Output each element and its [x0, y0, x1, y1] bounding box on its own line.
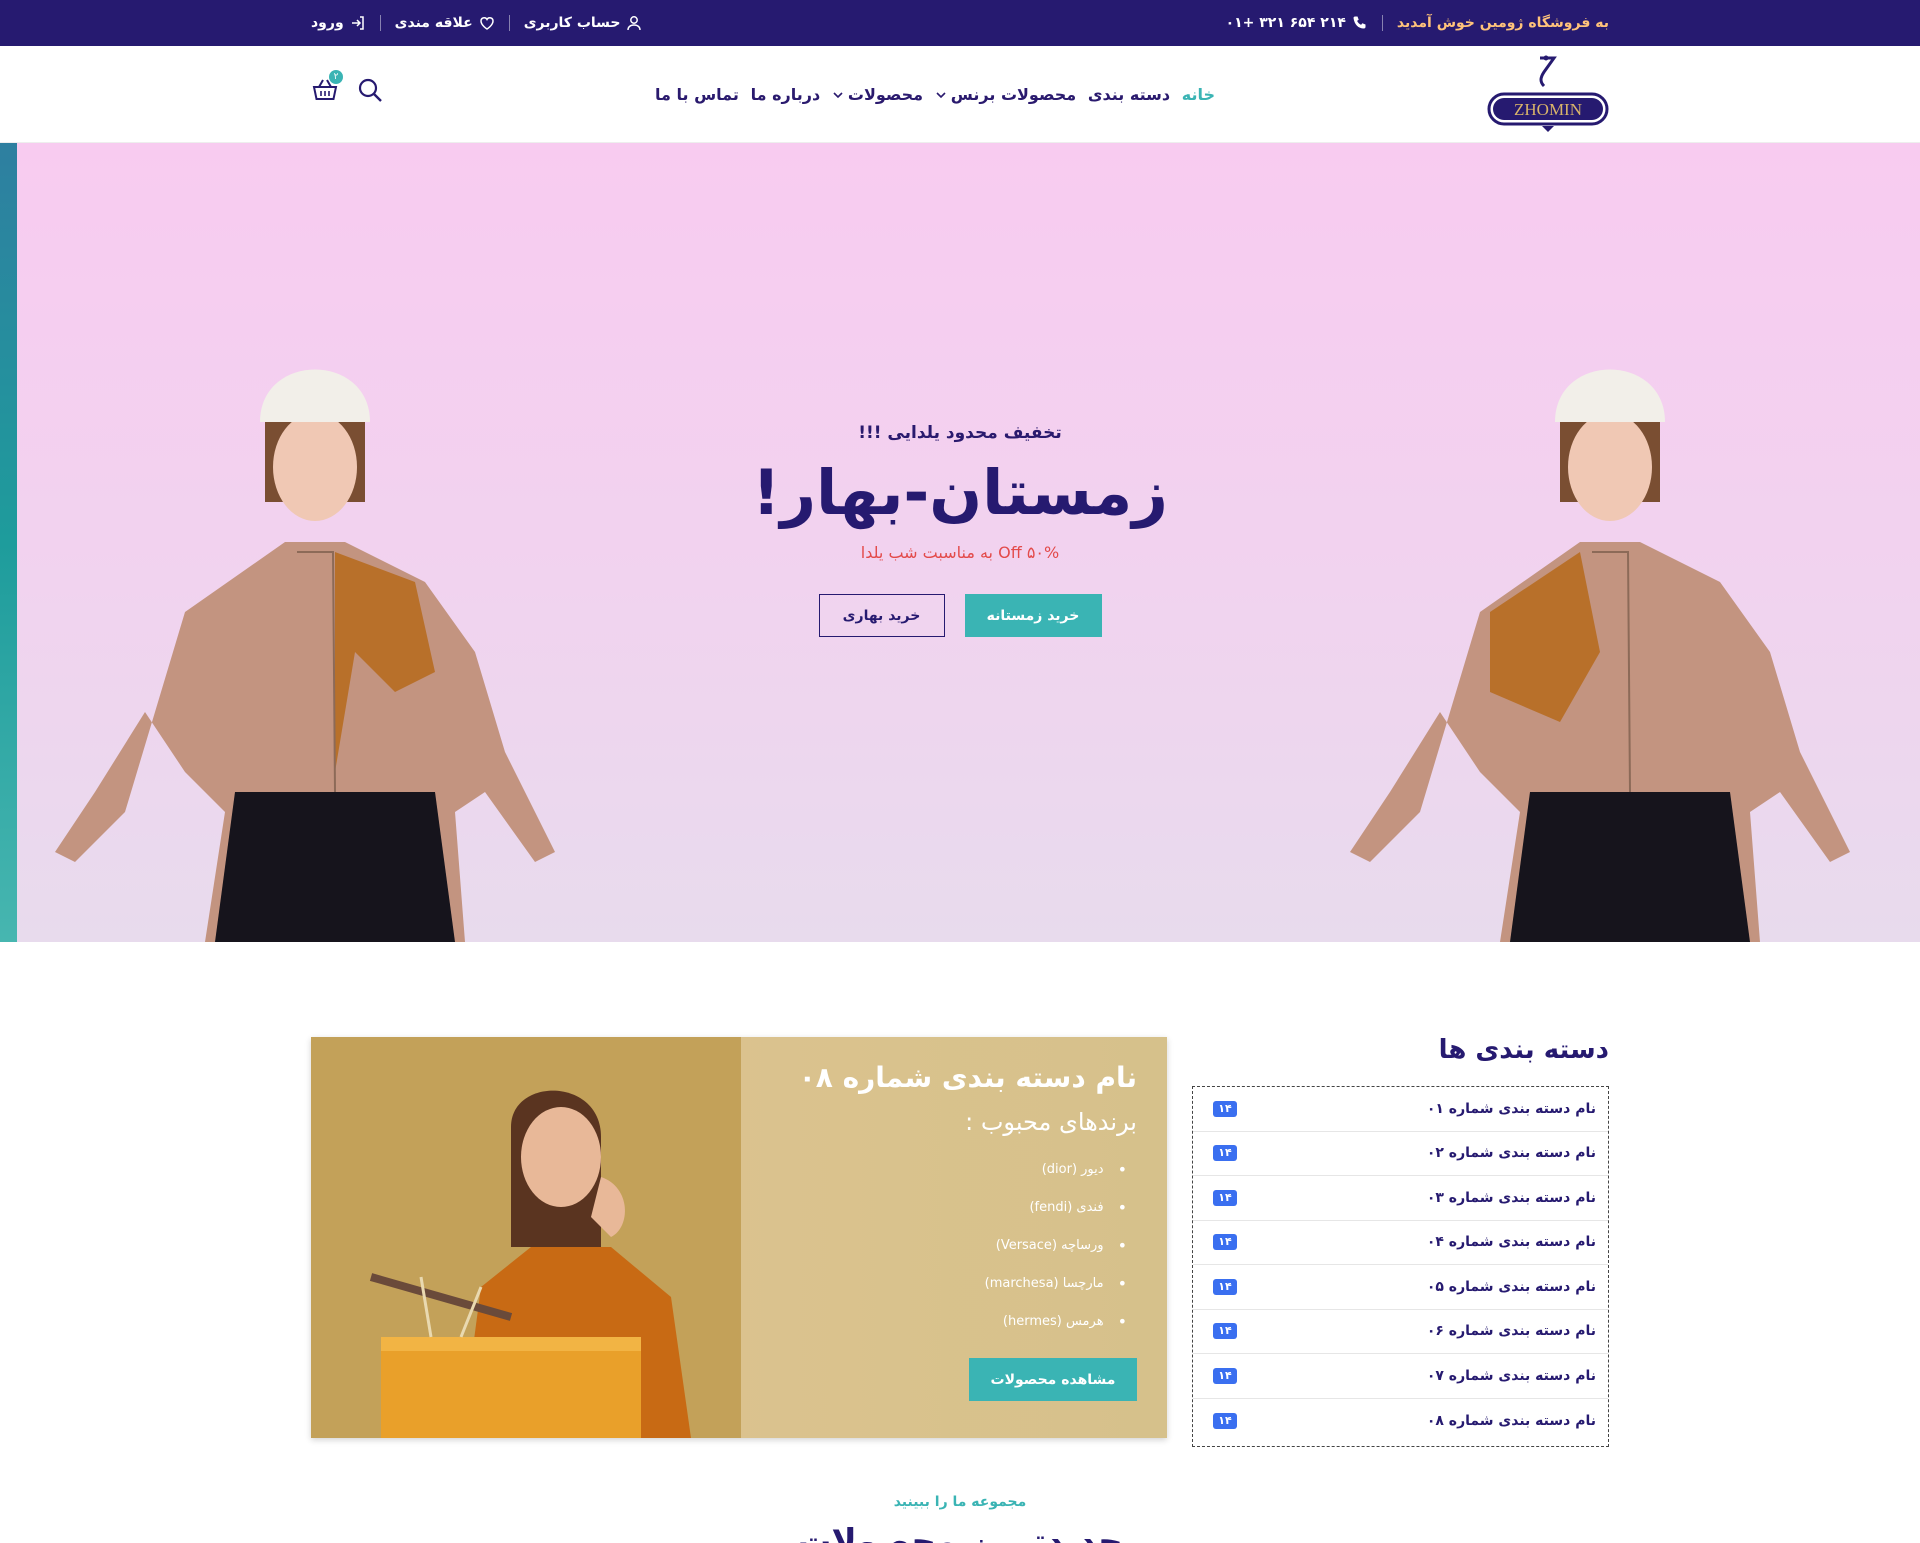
- category-count-badge: ۱۴: [1213, 1367, 1237, 1384]
- collection-title: جدیدترین محصولات: [797, 1522, 1123, 1543]
- hero-model-image-left: [55, 369, 555, 942]
- category-name: نام دسته بندی شماره ۰۵: [1426, 1278, 1596, 1295]
- category-name: نام دسته بندی شماره ۰۳: [1426, 1189, 1596, 1206]
- nav-categories[interactable]: دسته بندی: [1088, 85, 1170, 104]
- winter-shop-button[interactable]: خرید زمستانه: [964, 594, 1102, 638]
- featured-category-image: [311, 1037, 741, 1438]
- category-item[interactable]: نام دسته بندی شماره ۰۸ ۱۴: [1193, 1399, 1608, 1444]
- nav-brans-products[interactable]: محصولات برنس: [935, 85, 1076, 104]
- chevron-down-icon: [833, 91, 843, 98]
- category-item[interactable]: نام دسته بندی شماره ۰۷ ۱۴: [1193, 1354, 1608, 1399]
- category-name: نام دسته بندی شماره ۰۷: [1426, 1367, 1596, 1384]
- main-header: ZHOMIN خانه دسته بندی محصولات برنس محصول…: [0, 46, 1920, 143]
- divider: [508, 15, 510, 31]
- hero-edge-strip: [0, 143, 17, 942]
- categories-list: نام دسته بندی شماره ۰۱ ۱۴ نام دسته بندی ش…: [1192, 1086, 1609, 1447]
- category-count-badge: ۱۴: [1213, 1278, 1237, 1295]
- category-count-badge: ۱۴: [1213, 1234, 1237, 1251]
- user-icon: [627, 16, 642, 31]
- category-name: نام دسته بندی شماره ۰۴: [1426, 1234, 1596, 1251]
- wishlist-link[interactable]: علاقه مندی: [395, 15, 495, 31]
- view-products-button[interactable]: مشاهده محصولات: [969, 1358, 1137, 1401]
- login-label: ورود: [311, 15, 344, 31]
- featured-category-card: نام دسته بندی شماره ۰۸ برندهای محبوب : د…: [311, 1037, 1167, 1438]
- account-label: حساب کاربری: [523, 15, 621, 31]
- phone-number: ۰۱+ ۳۲۱ ۶۵۴ ۲۱۴: [1225, 15, 1346, 31]
- category-item[interactable]: نام دسته بندی شماره ۰۲ ۱۴: [1193, 1132, 1608, 1176]
- category-item[interactable]: نام دسته بندی شماره ۰۵ ۱۴: [1193, 1265, 1608, 1310]
- featured-category-title: نام دسته بندی شماره ۰۸: [798, 1061, 1137, 1094]
- brand-item[interactable]: ورساچه (Versace): [777, 1226, 1137, 1264]
- category-name: نام دسته بندی شماره ۰۱: [1426, 1100, 1596, 1117]
- welcome-text: به فروشگاه ژومین خوش آمدید: [1396, 15, 1609, 31]
- hero-subtitle: ۵۰% Off به مناسبت شب یلدا: [860, 543, 1060, 563]
- category-item[interactable]: نام دسته بندی شماره ۰۱ ۱۴: [1193, 1087, 1608, 1132]
- main-nav: خانه دسته بندی محصولات برنس محصولات دربا…: [655, 46, 1215, 143]
- nav-products[interactable]: محصولات: [832, 85, 923, 104]
- category-count-badge: ۱۴: [1213, 1323, 1237, 1340]
- site-logo[interactable]: ZHOMIN: [1486, 54, 1610, 134]
- nav-products-label: محصولات: [847, 85, 924, 104]
- category-name: نام دسته بندی شماره ۰۸: [1426, 1412, 1596, 1429]
- wishlist-label: علاقه مندی: [394, 15, 473, 31]
- brand-item[interactable]: هرمس (hermes): [777, 1302, 1137, 1340]
- hero-model-image-right: [1350, 369, 1850, 942]
- nav-about[interactable]: درباره ما: [751, 85, 821, 104]
- cart-button[interactable]: ۲: [311, 70, 343, 104]
- top-bar-contact: به فروشگاه ژومین خوش آمدید ۰۱+ ۳۲۱ ۶۵۴ ۲…: [1226, 15, 1609, 31]
- divider: [1381, 15, 1383, 31]
- category-item[interactable]: نام دسته بندی شماره ۰۴ ۱۴: [1193, 1221, 1608, 1265]
- nav-brans-products-label: محصولات برنس: [950, 85, 1077, 104]
- category-count-badge: ۱۴: [1213, 1145, 1237, 1162]
- featured-category-content: نام دسته بندی شماره ۰۸ برندهای محبوب : د…: [777, 1061, 1137, 1340]
- hero-kicker: تخفیف محدود یلدایی !!!: [858, 423, 1062, 443]
- phone-link[interactable]: ۰۱+ ۳۲۱ ۶۵۴ ۲۱۴: [1226, 15, 1368, 31]
- chevron-down-icon: [936, 91, 946, 98]
- category-count-badge: ۱۴: [1213, 1189, 1237, 1206]
- category-name: نام دسته بندی شماره ۰۶: [1426, 1323, 1596, 1340]
- categories-heading: دسته بندی ها: [1438, 1035, 1609, 1065]
- brand-item[interactable]: فندی (fendi): [777, 1188, 1137, 1226]
- collection-kicker: مجموعه ما را ببینید: [893, 1494, 1027, 1510]
- top-bar: به فروشگاه ژومین خوش آمدید ۰۱+ ۳۲۱ ۶۵۴ ۲…: [0, 0, 1920, 46]
- heart-icon: [479, 17, 494, 30]
- hero-content: تخفیف محدود یلدایی !!! زمستان-بهار! ۵۰% …: [660, 423, 1260, 638]
- nav-contact[interactable]: تماس با ما: [655, 85, 739, 104]
- category-count-badge: ۱۴: [1213, 1100, 1237, 1117]
- hero-banner: تخفیف محدود یلدایی !!! زمستان-بهار! ۵۰% …: [0, 143, 1920, 942]
- category-item[interactable]: نام دسته بندی شماره ۰۶ ۱۴: [1193, 1310, 1608, 1354]
- login-link[interactable]: ورود: [311, 15, 366, 31]
- brand-item[interactable]: دیور (dior): [777, 1150, 1137, 1188]
- hero-buttons: خرید زمستانه خرید بهاری: [660, 594, 1260, 638]
- logo-text: ZHOMIN: [1514, 100, 1582, 119]
- cart-count-badge: ۲: [329, 70, 343, 84]
- featured-brands-list: دیور (dior) فندی (fendi) ورساچه (Versace…: [777, 1150, 1137, 1340]
- search-icon[interactable]: [357, 77, 383, 103]
- phone-icon: [1353, 16, 1366, 29]
- nav-home[interactable]: خانه: [1182, 85, 1215, 104]
- category-item[interactable]: نام دسته بندی شماره ۰۳ ۱۴: [1193, 1176, 1608, 1221]
- hero-title: زمستان-بهار!: [752, 456, 1168, 529]
- header-actions: ۲: [311, 70, 383, 104]
- login-icon: [351, 16, 364, 30]
- spring-shop-button[interactable]: خرید بهاری: [818, 594, 945, 638]
- featured-brands-heading: برندهای محبوب :: [965, 1108, 1137, 1136]
- brand-item[interactable]: مارچسا (marchesa): [777, 1264, 1137, 1302]
- category-name: نام دسته بندی شماره ۰۲: [1426, 1145, 1596, 1162]
- divider: [379, 15, 381, 31]
- top-bar-user-links: حساب کاربری علاقه مندی ورود: [311, 15, 642, 31]
- category-count-badge: ۱۴: [1213, 1412, 1237, 1429]
- account-link[interactable]: حساب کاربری: [524, 15, 643, 31]
